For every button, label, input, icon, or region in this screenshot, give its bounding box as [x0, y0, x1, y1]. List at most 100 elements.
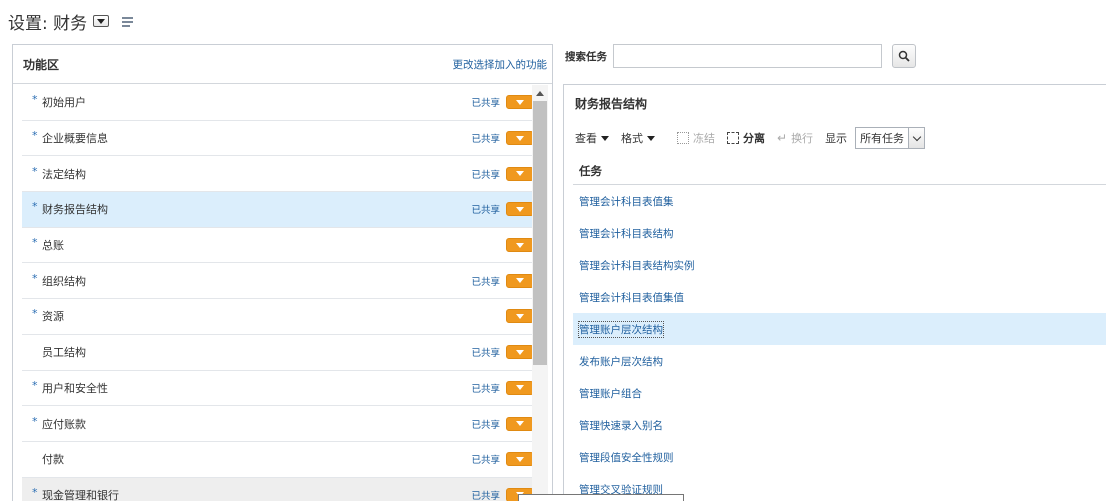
chevron-down-icon [647, 135, 655, 141]
task-row[interactable]: 发布账户层次结构 [573, 345, 1106, 377]
list-item-label[interactable]: 法定结构 [42, 166, 86, 182]
actions-dropdown-button[interactable] [506, 238, 534, 253]
shared-badge: 已共享 [471, 169, 500, 181]
detach-icon [727, 132, 739, 144]
required-star: * [32, 200, 38, 214]
required-star: * [32, 307, 38, 321]
task-row[interactable]: 管理会计科目表值集 [573, 185, 1106, 217]
actions-dropdown-button[interactable] [506, 166, 534, 181]
task-row[interactable]: 管理会计科目表结构 [573, 217, 1106, 249]
show-select[interactable]: 所有任务 [855, 127, 926, 149]
list-menu-icon[interactable] [121, 16, 134, 30]
list-item[interactable]: 员工结构 已共享 [22, 335, 534, 371]
chevron-down-icon[interactable] [908, 128, 925, 148]
task-row-selected[interactable]: 管理账户层次结构 [573, 313, 1106, 345]
list-item-label[interactable]: 应付账款 [42, 416, 86, 432]
actions-dropdown-button[interactable] [506, 131, 534, 146]
list-item-label[interactable]: 企业概要信息 [42, 130, 108, 146]
list-item[interactable]: * 用户和安全性 已共享 [22, 371, 534, 407]
column-header-task: 任务 [573, 157, 1106, 185]
task-link[interactable]: 管理账户层次结构 [578, 320, 664, 338]
freeze-button[interactable]: 冻结 [677, 130, 715, 146]
task-row[interactable]: 管理段值安全性规则 [573, 441, 1106, 473]
list-item-label[interactable]: 付款 [42, 451, 64, 467]
required-star: * [32, 129, 38, 143]
required-star: * [32, 236, 38, 250]
task-row[interactable]: 管理快速录入别名 [573, 409, 1106, 441]
task-link[interactable]: 管理段值安全性规则 [579, 450, 674, 465]
shared-badge: 已共享 [471, 455, 500, 467]
format-menu[interactable]: 格式 [621, 130, 655, 146]
list-item[interactable]: * 总账 [22, 228, 534, 264]
list-item[interactable]: * 法定结构 已共享 [22, 156, 534, 193]
list-item[interactable]: * 初始用户 已共享 [22, 85, 534, 121]
functional-area-title: 功能区 [23, 57, 60, 72]
list-item-label[interactable]: 初始用户 [42, 94, 86, 110]
list-item[interactable]: * 资源 [22, 299, 534, 335]
wrap-button[interactable]: ↵ 换行 [777, 130, 813, 146]
task-row[interactable]: 管理账户组合 [573, 377, 1106, 409]
search-icon [898, 50, 910, 62]
panel-title: 财务报告结构 [575, 97, 648, 111]
list-item-label[interactable]: 总账 [42, 237, 64, 253]
task-link[interactable]: 管理快速录入别名 [579, 418, 663, 433]
detach-label: 分离 [743, 132, 765, 145]
freeze-label: 冻结 [693, 132, 715, 145]
actions-dropdown-button[interactable] [506, 95, 534, 110]
list-item[interactable]: * 现金管理和银行 已共享 [22, 477, 534, 501]
list-item[interactable]: * 企业概要信息 已共享 [22, 121, 534, 157]
actions-dropdown-button[interactable] [506, 452, 534, 467]
list-item-label[interactable]: 现金管理和银行 [42, 487, 119, 501]
search-label: 搜索任务 [565, 50, 607, 63]
list-item-label[interactable]: 员工结构 [42, 344, 86, 360]
freeze-icon [677, 132, 689, 144]
functional-area-header: 功能区 更改选择加入的功能 [13, 45, 552, 84]
actions-dropdown-button[interactable] [506, 345, 534, 360]
scrollbar-thumb[interactable] [533, 101, 547, 365]
required-star: * [32, 93, 38, 107]
list-item-label[interactable]: 组织结构 [42, 273, 86, 289]
show-label: 显示 [825, 132, 848, 145]
list-item[interactable]: * 组织结构 已共享 [22, 263, 534, 300]
search-bar: 搜索任务 [565, 44, 916, 68]
list-item[interactable]: 付款 已共享 [22, 442, 534, 478]
shared-badge: 已共享 [471, 98, 500, 110]
list-item-label[interactable]: 用户和安全性 [42, 380, 108, 396]
required-star: * [32, 164, 38, 178]
list-item-label[interactable]: 财务报告结构 [42, 201, 108, 217]
list-item-selected[interactable]: * 财务报告结构 已共享 [22, 192, 534, 228]
task-link[interactable]: 管理会计科目表值集值 [579, 290, 684, 305]
shared-badge: 已共享 [471, 490, 500, 501]
task-row[interactable]: 管理会计科目表结构实例 [573, 249, 1106, 281]
search-input[interactable] [613, 44, 882, 68]
task-link[interactable]: 管理会计科目表结构 [579, 226, 674, 241]
actions-dropdown-button[interactable] [506, 309, 534, 324]
title-dropdown-icon[interactable] [93, 15, 110, 27]
actions-dropdown-button[interactable] [506, 273, 534, 288]
task-row[interactable]: 管理会计科目表值集值 [573, 281, 1106, 313]
task-link[interactable]: 管理会计科目表结构实例 [579, 258, 695, 273]
shared-badge: 已共享 [471, 276, 500, 288]
actions-dropdown-button[interactable] [506, 416, 534, 431]
detach-button[interactable]: 分离 [727, 130, 765, 146]
view-menu[interactable]: 查看 [575, 130, 609, 146]
view-menu-label: 查看 [575, 132, 597, 145]
page-header: 设置: 财务 [8, 8, 134, 34]
page-title: 设置: 财务 [8, 13, 88, 34]
toolbar: 查看 格式 冻结 分离 ↵ 换行 显示 所有任务 [575, 125, 926, 151]
actions-dropdown-button[interactable] [506, 202, 534, 217]
list-item[interactable]: * 应付账款 已共享 [22, 406, 534, 442]
vertical-scrollbar[interactable] [532, 85, 548, 501]
actions-dropdown-button[interactable] [506, 380, 534, 395]
shared-badge: 已共享 [471, 348, 500, 360]
task-link[interactable]: 管理会计科目表值集 [579, 194, 674, 209]
task-link[interactable]: 管理账户组合 [579, 386, 642, 401]
scroll-up-icon[interactable] [536, 91, 544, 96]
shared-badge: 已共享 [471, 383, 500, 395]
search-button[interactable] [892, 44, 916, 68]
task-link[interactable]: 发布账户层次结构 [579, 354, 663, 369]
change-opt-in-link[interactable]: 更改选择加入的功能 [453, 57, 548, 72]
required-star: * [32, 414, 38, 428]
functional-area-list: * 初始用户 已共享 * 企业概要信息 已共享 * 法定结构 已共享 * 财务报告结构 已共享 … [22, 85, 534, 501]
list-item-label[interactable]: 资源 [42, 308, 64, 324]
